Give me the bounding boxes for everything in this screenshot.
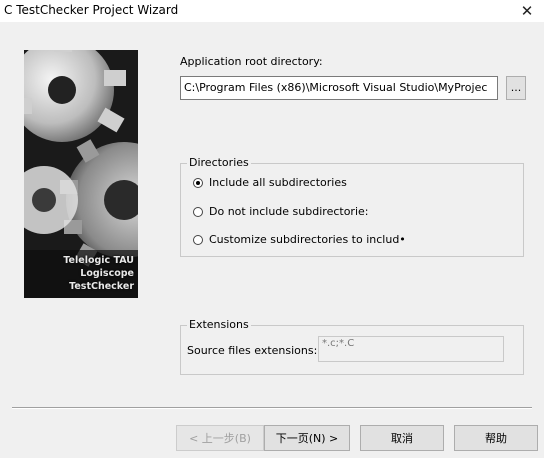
brand-text: Telelogic TAU Logiscope TestChecker — [63, 254, 134, 293]
close-icon: ✕ — [520, 2, 534, 20]
brand-line-1: Telelogic TAU — [63, 255, 134, 266]
wizard-banner-image: Telelogic TAU Logiscope TestChecker — [24, 50, 138, 298]
radio-include-all[interactable]: Include all subdirectories — [193, 176, 347, 189]
next-button[interactable]: 下一页(N) > — [264, 425, 350, 451]
extensions-group: Extensions Source files extensions: *.c;… — [180, 318, 524, 375]
close-button[interactable]: ✕ — [510, 0, 544, 22]
root-dir-label: Application root directory: — [180, 55, 323, 68]
radio-label: Do not include subdirectorie: — [209, 205, 369, 218]
window-title: C TestChecker Project Wizard — [4, 3, 179, 17]
radio-customize[interactable]: Customize subdirectories to includ• — [193, 233, 406, 246]
source-extensions-label: Source files extensions: — [187, 344, 318, 357]
title-bar: C TestChecker Project Wizard ✕ — [0, 0, 544, 22]
help-button[interactable]: 帮助 — [454, 425, 538, 451]
directories-group-label: Directories — [187, 156, 251, 169]
footer-separator — [12, 407, 532, 409]
brand-line-2: Logiscope — [80, 268, 134, 279]
radio-indicator[interactable] — [193, 206, 203, 217]
directories-group: Directories Include all subdirectories D… — [180, 156, 524, 257]
radio-label: Customize subdirectories to includ• — [209, 233, 406, 246]
radio-label: Include all subdirectories — [209, 176, 347, 189]
radio-not-include[interactable]: Do not include subdirectorie: — [193, 205, 368, 218]
root-dir-input[interactable]: C:\Program Files (x86)\Microsoft Visual … — [180, 76, 498, 100]
cancel-button[interactable]: 取消 — [360, 425, 444, 451]
back-button[interactable]: < 上一步(B) — [176, 425, 264, 451]
radio-indicator[interactable] — [193, 177, 203, 188]
brand-line-3: TestChecker — [69, 281, 134, 292]
source-extensions-input[interactable]: *.c;*.C — [318, 336, 504, 362]
radio-indicator[interactable] — [193, 234, 203, 245]
extensions-group-label: Extensions — [187, 318, 251, 331]
browse-button[interactable]: ... — [506, 76, 526, 100]
